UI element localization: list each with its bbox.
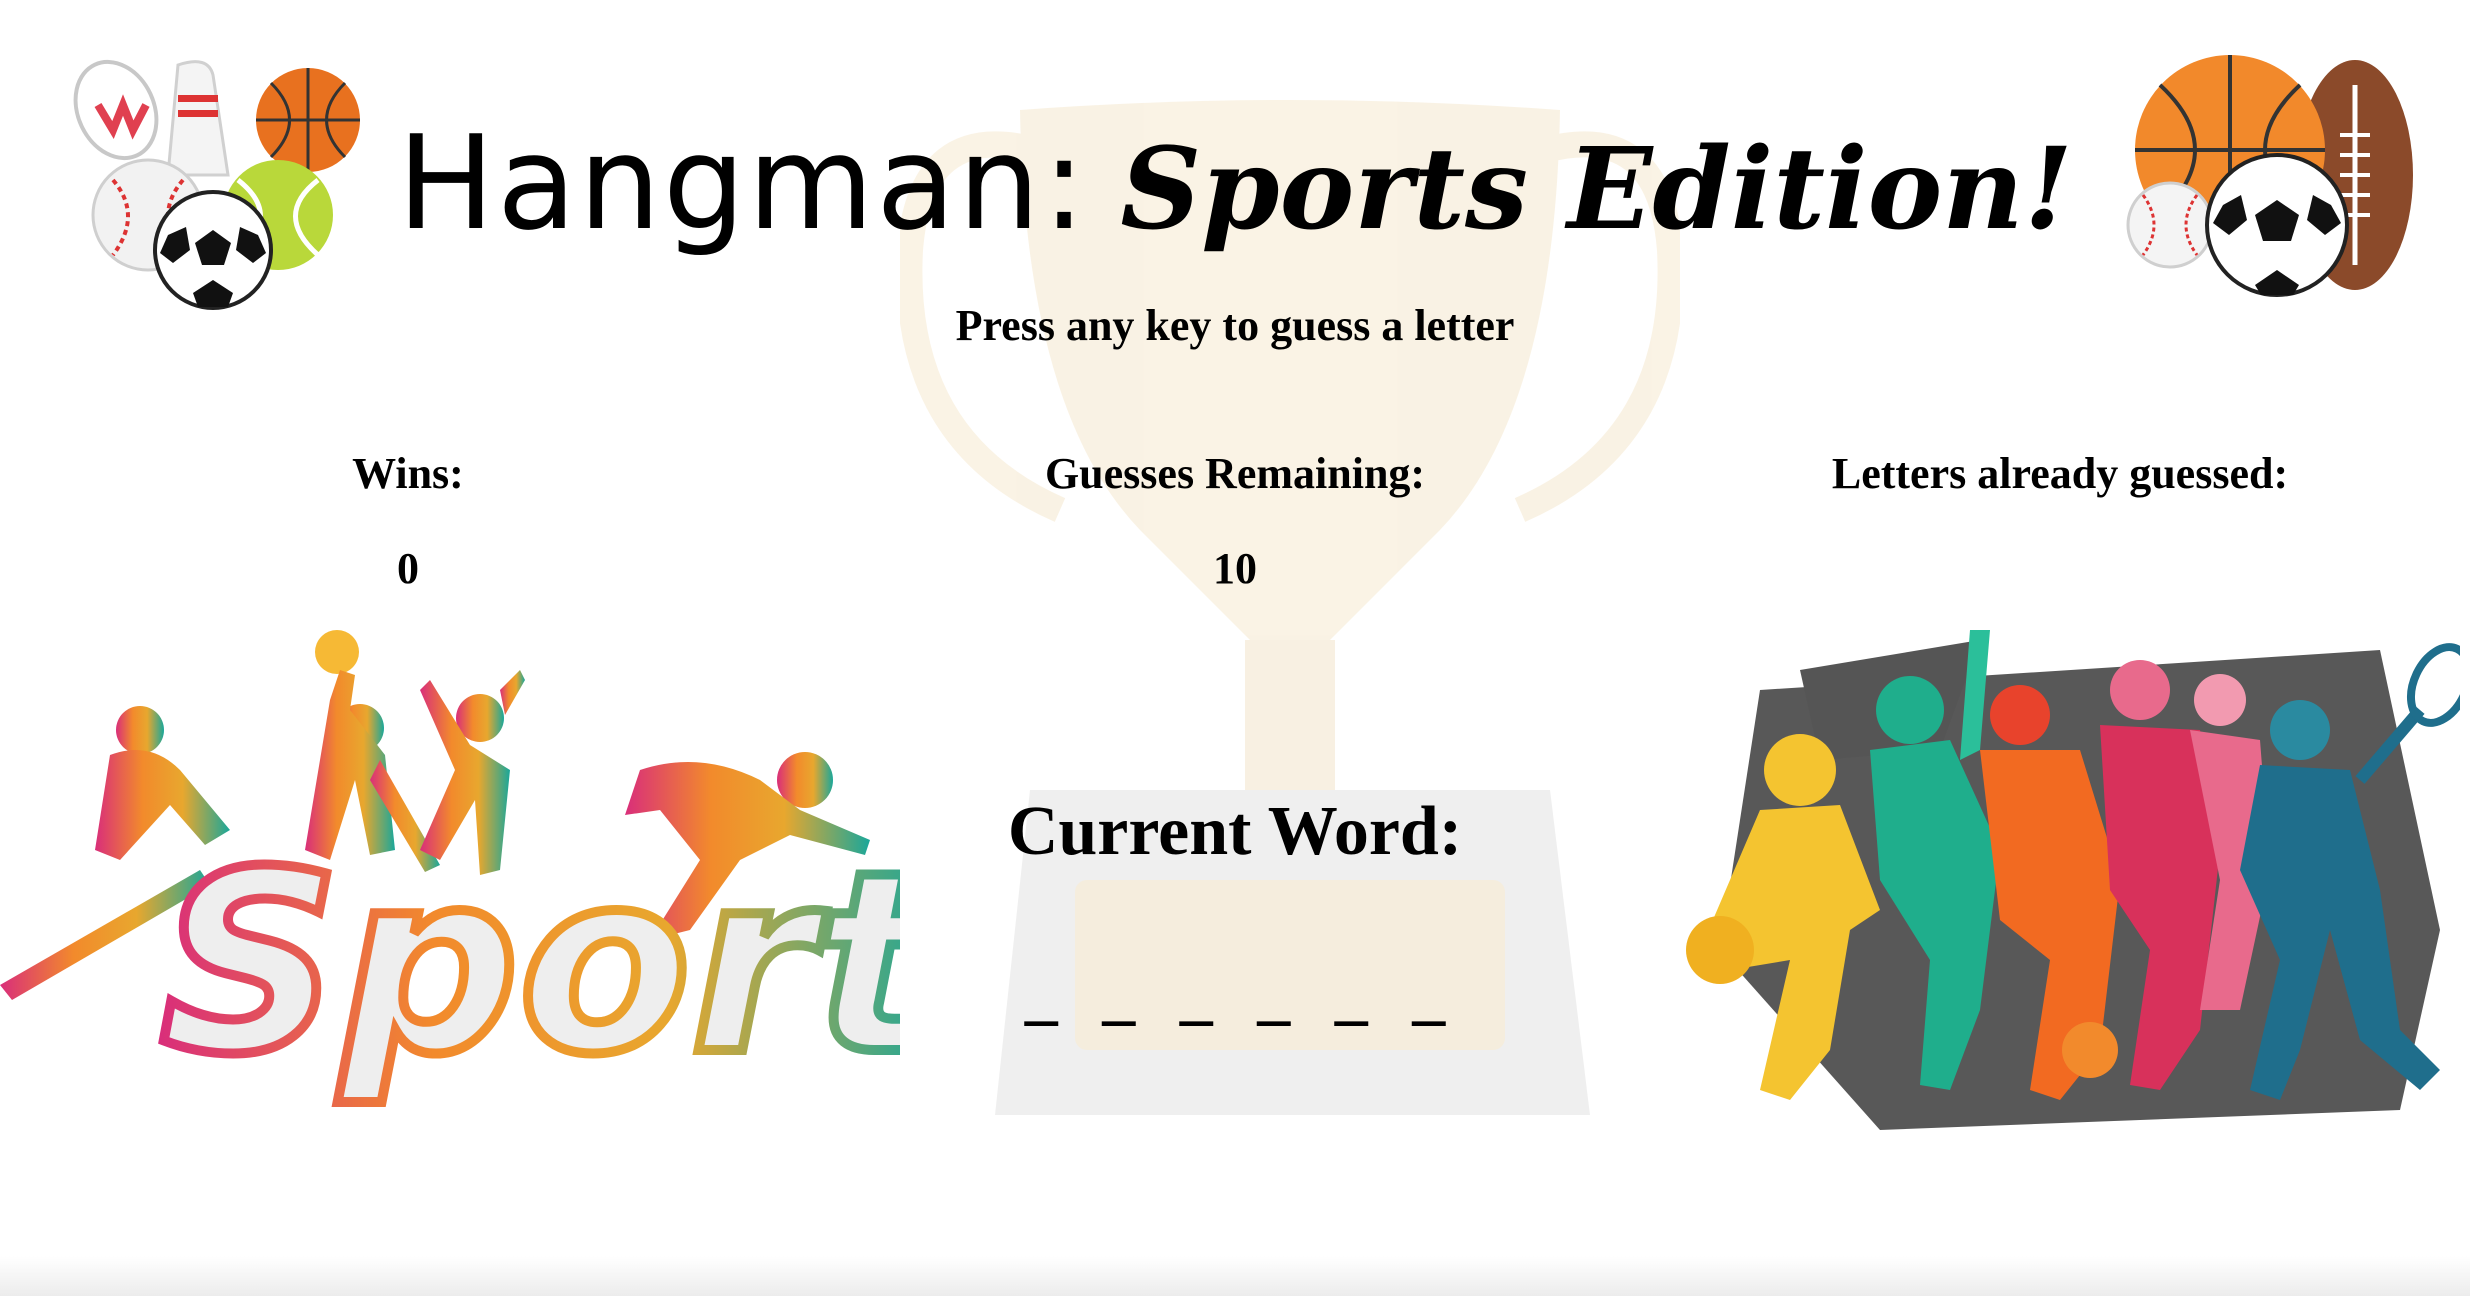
page-bottom-fade (0, 1256, 2470, 1296)
wins-label: Wins: (352, 449, 464, 498)
page-title: Hangman: Sports Edition! (0, 108, 2470, 265)
sport-logo-text: Sport (160, 818, 900, 1109)
guesses-remaining-label: Guesses Remaining: (1044, 449, 1426, 498)
title-main: Hangman: (397, 107, 1088, 259)
sport-logo-icon: Sport (0, 630, 900, 1110)
athletes-silhouettes-icon (1686, 630, 2460, 1130)
sports-balls-right-icon (2126, 55, 2413, 297)
wins-value: 0 (397, 544, 419, 593)
letters-guessed-label: Letters already guessed: (1831, 449, 2289, 498)
hangman-page: Hangman: Sports Edition! Press any key t… (0, 0, 2470, 1296)
guesses-remaining-value: 10 (1213, 544, 1257, 593)
instruction-text: Press any key to guess a letter (955, 301, 1515, 350)
sports-balls-left-icon (73, 59, 360, 310)
title-edition: Sports Edition! (1120, 124, 2073, 255)
